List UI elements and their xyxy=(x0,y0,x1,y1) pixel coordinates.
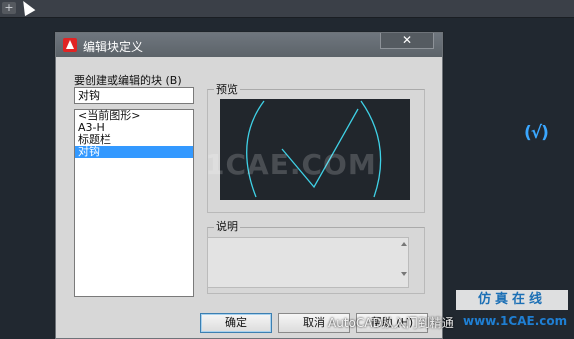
watermark-site: www.1CAE.com xyxy=(463,314,568,328)
dialog-title: 编辑块定义 xyxy=(83,40,144,54)
autocad-app-icon xyxy=(63,38,77,52)
edit-block-definition-dialog: 编辑块定义 ✕ 要创建或编辑的块 (B) 对钩 <当前图形> A3-H 标题栏 … xyxy=(55,32,443,339)
description-label: 说明 xyxy=(214,218,240,234)
new-tab-button[interactable]: + xyxy=(2,2,16,14)
drawing-tab-bar: + xyxy=(0,0,574,18)
watermark-logo: 仿真在线 xyxy=(456,290,568,310)
block-name-input[interactable]: 对钩 xyxy=(74,87,194,104)
dialog-titlebar[interactable]: 编辑块定义 ✕ xyxy=(56,33,442,57)
bottom-watermark: AutoCAD从入门到精通 xyxy=(328,316,454,330)
scroll-up-arrow-icon[interactable] xyxy=(401,242,407,246)
block-list[interactable]: <当前图形> A3-H 标题栏 对钩 xyxy=(74,109,194,297)
description-field[interactable] xyxy=(207,237,409,288)
scroll-down-arrow-icon[interactable] xyxy=(401,272,407,276)
block-list-item-selected[interactable]: 对钩 xyxy=(75,146,193,158)
close-button[interactable]: ✕ xyxy=(380,33,434,49)
ok-button[interactable]: 确定 xyxy=(200,313,272,333)
canvas-check-symbol: (√) xyxy=(524,123,549,143)
center-watermark: 1CAE.COM xyxy=(205,148,377,181)
block-name-label: 要创建或编辑的块 (B) xyxy=(74,74,182,87)
preview-label: 预览 xyxy=(214,81,240,97)
